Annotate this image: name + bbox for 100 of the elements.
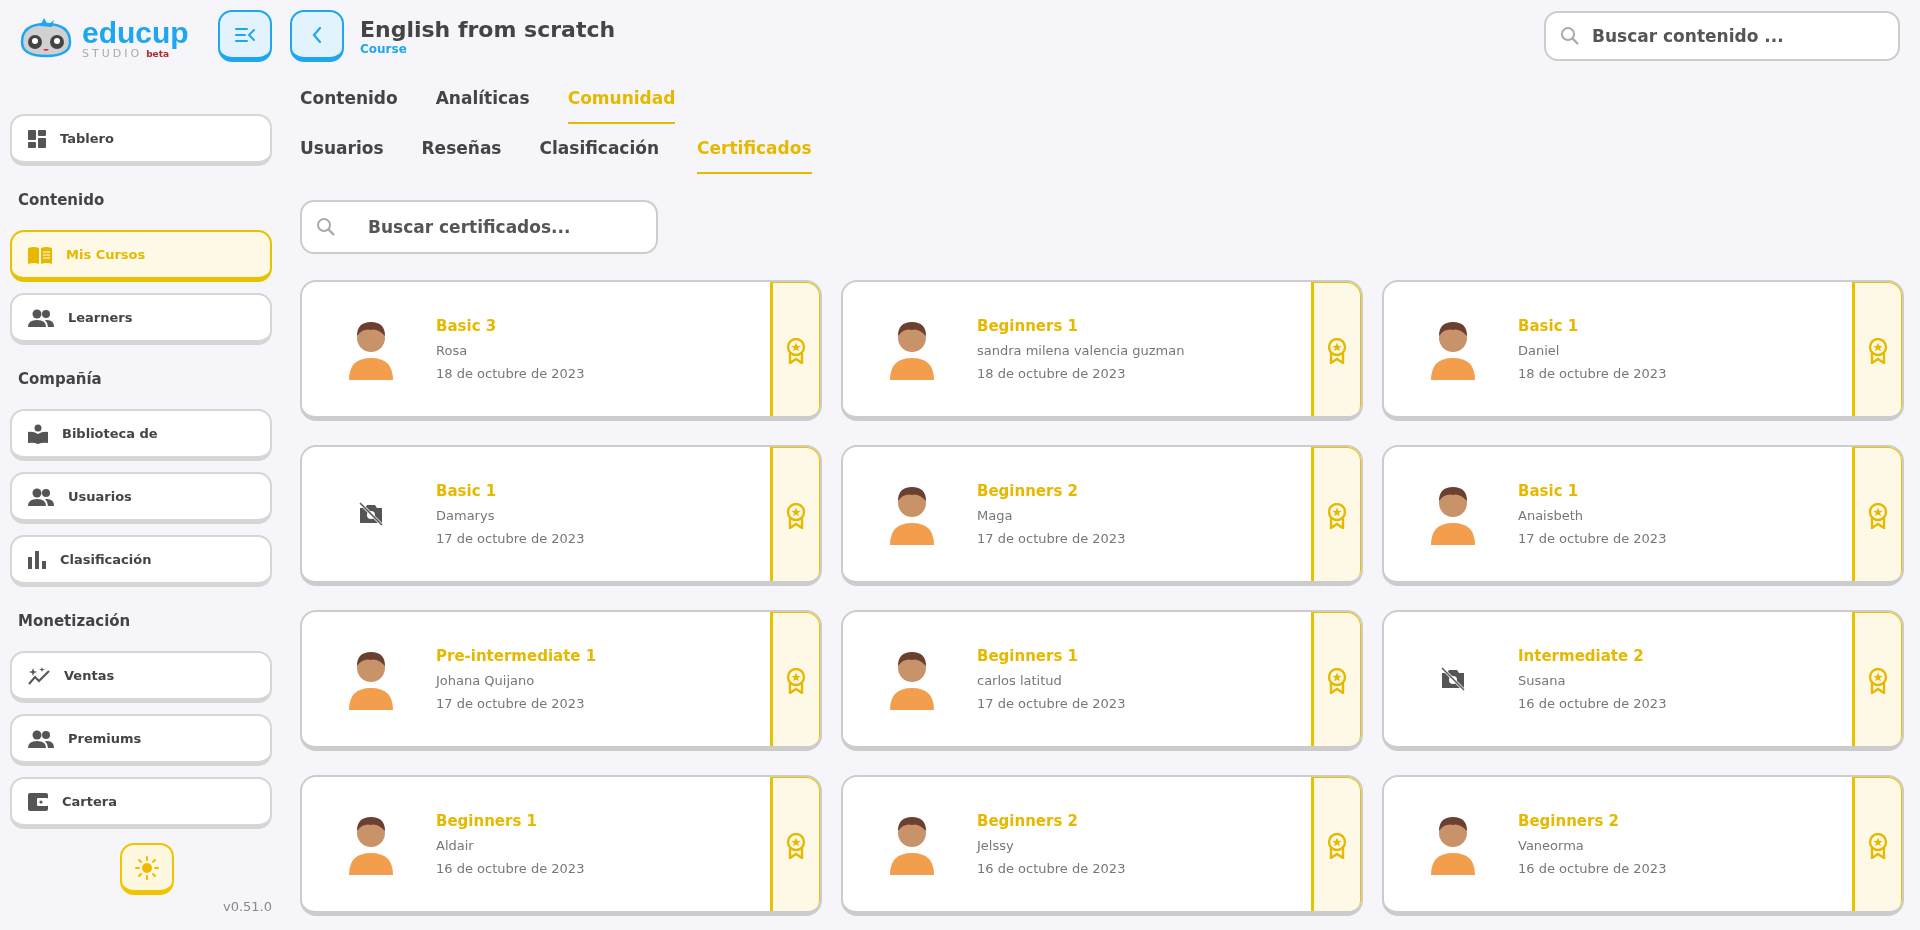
chevron-left-icon xyxy=(312,25,322,44)
certificate-date: 16 de octubre de 2023 xyxy=(977,861,1127,876)
no-photo-icon xyxy=(358,502,384,526)
learner-name: sandra milena valencia guzman xyxy=(977,343,1186,358)
certificate-button[interactable] xyxy=(770,282,820,416)
award-ribbon-icon xyxy=(1327,832,1347,859)
certificate-button[interactable] xyxy=(1852,282,1902,416)
learner-name: Maga xyxy=(977,508,1014,523)
brand-name: educup xyxy=(82,17,189,48)
tab[interactable]: Analíticas xyxy=(435,84,530,124)
collapse-menu-button[interactable] xyxy=(218,10,272,62)
dashboard-icon xyxy=(28,129,46,148)
course-name: Basic 3 xyxy=(436,317,498,335)
people-icon xyxy=(28,487,54,506)
sidebar-item[interactable]: Learners xyxy=(10,293,272,345)
subtab[interactable]: Reseñas xyxy=(421,134,502,174)
course-name: Basic 1 xyxy=(1518,482,1580,500)
version-label: v0.51.0 xyxy=(222,898,272,914)
sidebar-item[interactable]: Ventas xyxy=(10,651,272,703)
sidebar-item[interactable]: Tablero xyxy=(10,114,272,166)
certificate-date: 17 de octubre de 2023 xyxy=(977,696,1127,711)
subtab[interactable]: Clasificación xyxy=(539,134,660,174)
certificate-button[interactable] xyxy=(770,447,820,581)
course-name: Basic 1 xyxy=(1518,317,1580,335)
course-name: Beginners 1 xyxy=(977,317,1079,335)
award-ribbon-icon xyxy=(786,667,806,694)
course-name: Beginners 2 xyxy=(1518,812,1620,830)
learner-name: Daniel xyxy=(1518,343,1561,358)
certificate-button[interactable] xyxy=(770,612,820,746)
award-ribbon-icon xyxy=(786,337,806,364)
award-ribbon-icon xyxy=(1868,667,1888,694)
sidebar-item[interactable]: Premiums xyxy=(10,714,272,766)
sidebar-item[interactable]: Cartera xyxy=(10,777,272,829)
sidebar-section-title: Compañía xyxy=(17,369,103,390)
learner-name: Anaisbeth xyxy=(1518,508,1585,523)
sun-icon xyxy=(135,855,159,880)
award-ribbon-icon xyxy=(1868,337,1888,364)
content-search-field[interactable]: Buscar contenido ... xyxy=(1544,11,1900,61)
subtab[interactable]: Usuarios xyxy=(300,134,384,174)
trend-sparkle-icon xyxy=(28,666,50,685)
tab[interactable]: Contenido xyxy=(300,84,398,124)
course-name: Beginners 1 xyxy=(977,647,1079,665)
search-icon xyxy=(1560,26,1580,46)
sidebar-item[interactable]: Clasificación xyxy=(10,535,272,587)
certificate-button[interactable] xyxy=(1852,612,1902,746)
course-name: Basic 1 xyxy=(436,482,498,500)
no-photo-icon xyxy=(1440,667,1466,691)
sidebar-section-title: Contenido xyxy=(17,190,106,211)
certificate-button[interactable] xyxy=(1852,777,1902,911)
sidebar-item[interactable]: Usuarios xyxy=(10,472,272,524)
certificate-date: 18 de octubre de 2023 xyxy=(977,366,1127,381)
award-ribbon-icon xyxy=(1327,337,1347,364)
learner-name: Johana Quijano xyxy=(436,673,536,688)
brand-subtitle: STUDIO xyxy=(82,47,143,59)
beta-tag: beta xyxy=(146,49,170,59)
course-name: Beginners 1 xyxy=(436,812,538,830)
sidebar-item[interactable]: Biblioteca de xyxy=(10,409,272,461)
certificate-date: 18 de octubre de 2023 xyxy=(436,366,586,381)
learner-name: Rosa xyxy=(436,343,469,358)
certificate-date: 17 de octubre de 2023 xyxy=(1518,531,1668,546)
learner-name: Damarys xyxy=(436,508,496,523)
award-ribbon-icon xyxy=(786,832,806,859)
award-ribbon-icon xyxy=(1868,502,1888,529)
course-name: Pre-intermediate 1 xyxy=(436,647,598,665)
learner-name: Aldair xyxy=(436,838,475,853)
certificate-button[interactable] xyxy=(1852,447,1902,581)
certificate-button[interactable] xyxy=(770,777,820,911)
back-button[interactable] xyxy=(290,10,344,62)
sidebar-section-title: Monetización xyxy=(17,611,132,632)
award-ribbon-icon xyxy=(1868,832,1888,859)
certificate-date: 16 de octubre de 2023 xyxy=(1518,696,1668,711)
certificate-date: 17 de octubre de 2023 xyxy=(436,531,586,546)
learner-name: Jelssy xyxy=(977,838,1015,853)
certificate-button[interactable] xyxy=(1311,447,1361,581)
theme-toggle-button[interactable] xyxy=(120,843,174,895)
learner-name: carlos latitud xyxy=(977,673,1063,688)
search-icon xyxy=(316,217,336,237)
reader-icon xyxy=(28,423,48,444)
certificate-date: 18 de octubre de 2023 xyxy=(1518,366,1668,381)
certificate-date: 17 de octubre de 2023 xyxy=(977,531,1127,546)
page-title: English from scratch xyxy=(360,16,616,42)
award-ribbon-icon xyxy=(1327,667,1347,694)
certificate-date: 16 de octubre de 2023 xyxy=(1518,861,1668,876)
certificate-date: 16 de octubre de 2023 xyxy=(436,861,586,876)
page-subtitle: Course xyxy=(360,41,408,56)
award-ribbon-icon xyxy=(1327,502,1347,529)
certificate-button[interactable] xyxy=(1311,612,1361,746)
menu-collapse-icon xyxy=(235,26,255,43)
certificate-button[interactable] xyxy=(1311,282,1361,416)
course-name: Beginners 2 xyxy=(977,812,1079,830)
certificate-date: 17 de octubre de 2023 xyxy=(436,696,586,711)
course-name: Beginners 2 xyxy=(977,482,1079,500)
award-ribbon-icon xyxy=(786,502,806,529)
course-name: Intermediate 2 xyxy=(1518,647,1645,665)
people-icon xyxy=(28,729,54,748)
certificate-search-field[interactable]: Buscar certificados... xyxy=(300,200,658,254)
book-icon xyxy=(28,245,52,264)
bar-chart-icon xyxy=(28,550,46,569)
learner-name: Vaneorma xyxy=(1518,838,1585,853)
certificate-button[interactable] xyxy=(1311,777,1361,911)
